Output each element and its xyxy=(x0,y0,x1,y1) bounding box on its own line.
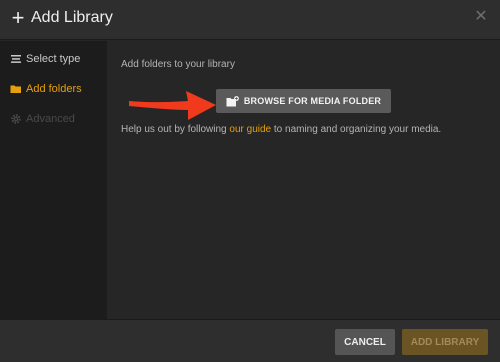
sidebar-item-label: Add folders xyxy=(26,83,82,95)
red-arrow-icon xyxy=(129,91,216,120)
list-icon xyxy=(11,55,21,63)
dialog-title: Add Library xyxy=(31,9,113,26)
sidebar: Select type Add folders Advanced xyxy=(0,41,107,319)
help-text-suffix: to naming and organizing your media. xyxy=(271,124,442,135)
browse-media-folder-button[interactable]: BROWSE FOR MEDIA FOLDER xyxy=(216,89,391,113)
cancel-button[interactable]: CANCEL xyxy=(335,329,395,355)
plus-icon: + xyxy=(11,5,25,30)
add-library-button[interactable]: ADD LIBRARY xyxy=(402,329,488,355)
sidebar-item-label: Select type xyxy=(26,53,81,65)
close-icon[interactable]: ✕ xyxy=(474,9,488,25)
main-panel: Add folders to your library BROWSE FOR M… xyxy=(107,41,500,319)
sidebar-item-select-type[interactable]: Select type xyxy=(10,51,80,67)
gear-icon xyxy=(11,114,21,124)
dialog-footer: CANCEL ADD LIBRARY xyxy=(0,319,500,362)
dialog-header: + Add Library ✕ xyxy=(0,0,500,40)
browse-button-label: BROWSE FOR MEDIA FOLDER xyxy=(243,96,382,106)
guide-link[interactable]: our guide xyxy=(229,124,271,135)
sidebar-item-add-folders[interactable]: Add folders xyxy=(10,81,82,97)
section-subtitle: Add folders to your library xyxy=(121,59,235,70)
sidebar-item-advanced[interactable]: Advanced xyxy=(10,111,75,127)
folder-icon xyxy=(10,85,21,93)
sidebar-item-label: Advanced xyxy=(26,113,75,125)
folder-add-icon xyxy=(226,95,239,106)
add-library-dialog: + Add Library ✕ Select type Add folders xyxy=(0,0,500,362)
